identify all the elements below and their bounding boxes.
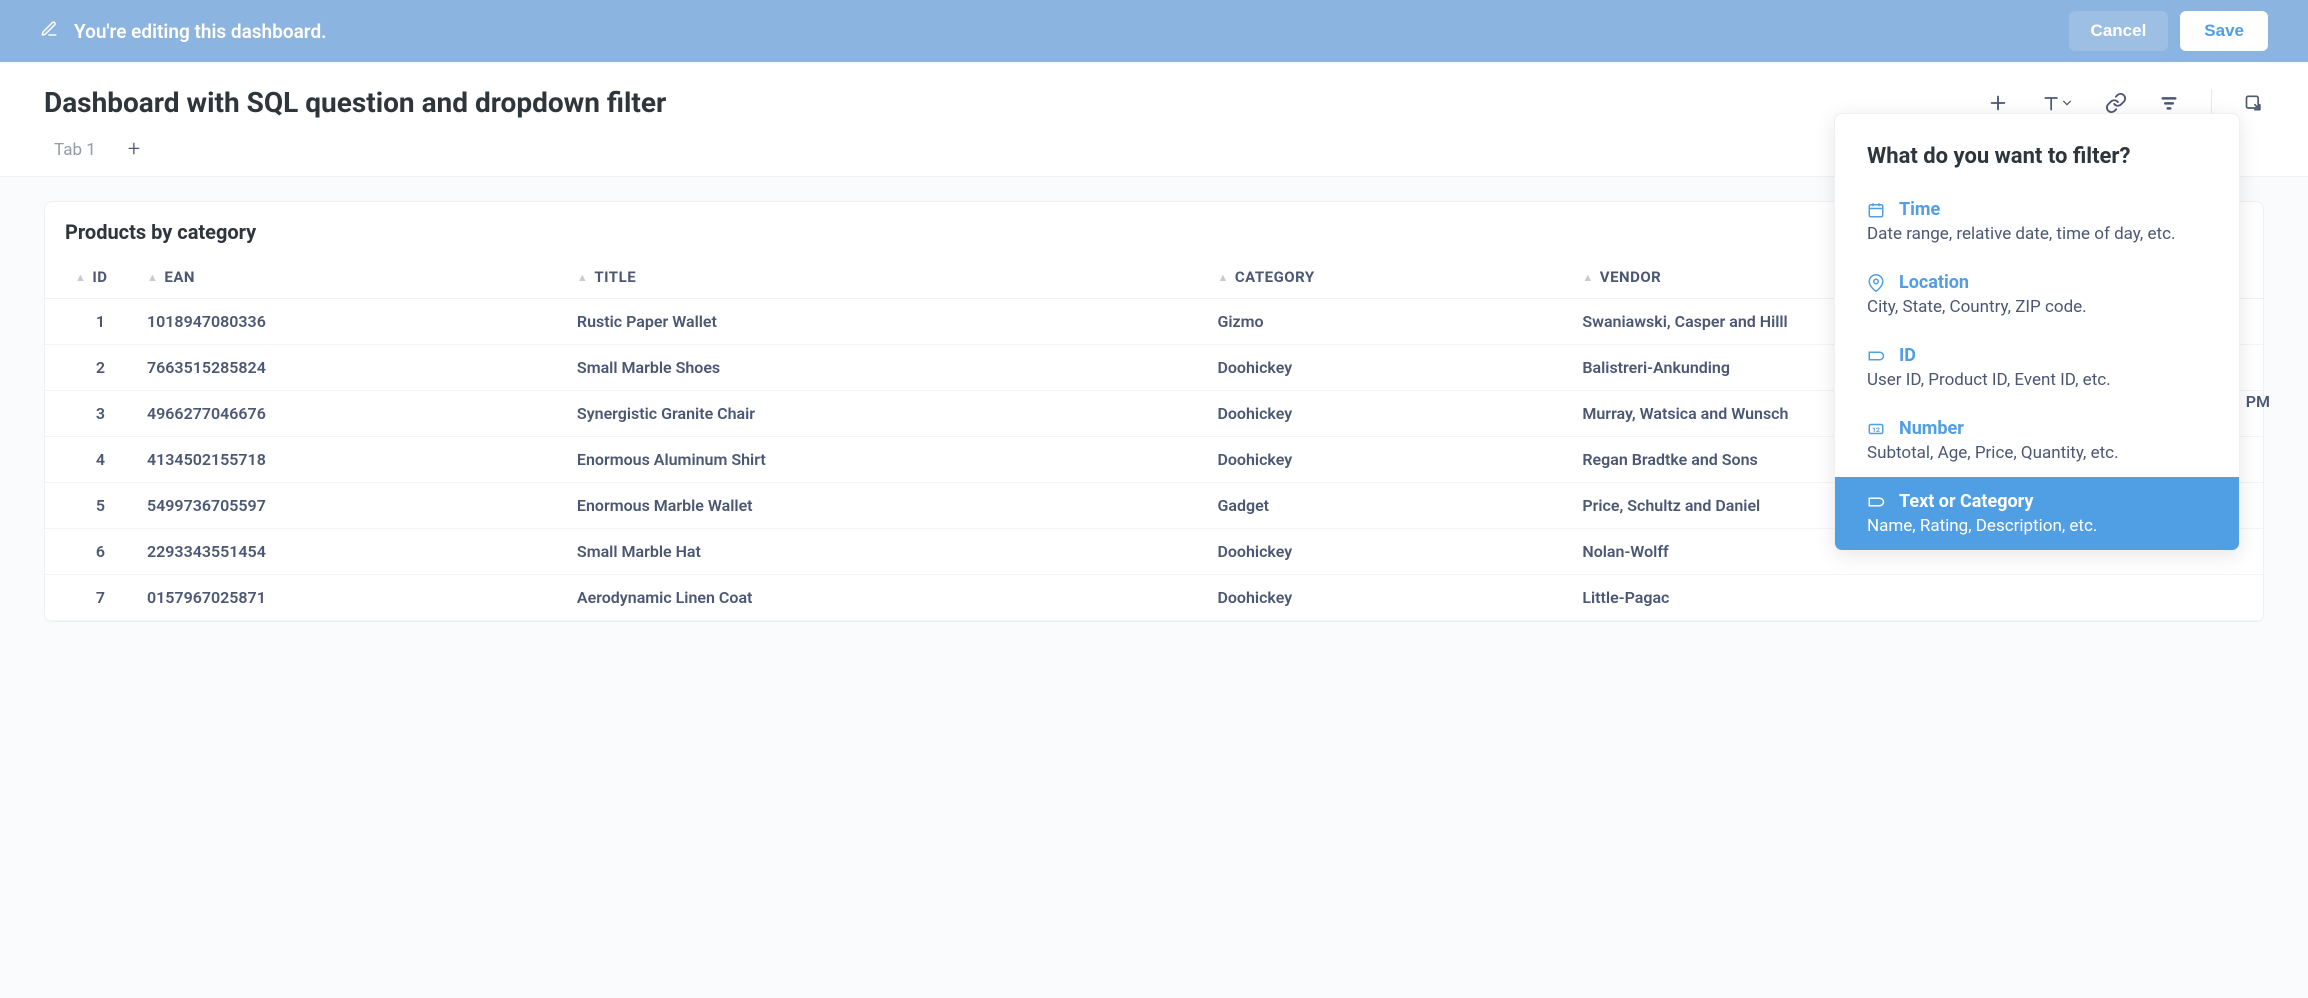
table-row[interactable]: 70157967025871Aerodynamic Linen CoatDooh… — [45, 575, 2263, 621]
filter-option-header: Time — [1867, 199, 2207, 220]
filter-option-label: Location — [1899, 272, 1969, 293]
pencil-icon — [40, 20, 58, 43]
banner-message: You're editing this dashboard. — [74, 20, 327, 43]
cell-id: 6 — [45, 529, 135, 575]
cell-category: Doohickey — [1205, 529, 1570, 575]
cell-ean: 5499736705597 — [135, 483, 565, 529]
cell-title: Synergistic Granite Chair — [565, 391, 1206, 437]
column-header-category[interactable]: ▲CATEGORY — [1205, 258, 1570, 299]
cancel-button[interactable]: Cancel — [2069, 11, 2169, 51]
filter-option-header: ID — [1867, 345, 2207, 366]
cell-title: Small Marble Shoes — [565, 345, 1206, 391]
cell-ean: 0157967025871 — [135, 575, 565, 621]
filter-option-header: Text or Category — [1867, 491, 2207, 512]
add-text-button[interactable] — [2041, 93, 2073, 113]
dashboard-grid: Products by category ▲ID ▲EAN ▲TITLE ▲CA… — [0, 177, 2308, 646]
overflow-text: PM — [2246, 392, 2270, 411]
cell-id: 3 — [45, 391, 135, 437]
filter-option-label: Time — [1899, 199, 1940, 220]
cell-vendor: Little-Pagac — [1570, 575, 2263, 621]
save-button[interactable]: Save — [2180, 11, 2268, 51]
filter-option-label: Text or Category — [1899, 491, 2034, 512]
cell-title: Enormous Aluminum Shirt — [565, 437, 1206, 483]
filter-option-header: Location — [1867, 272, 2207, 293]
cell-category: Doohickey — [1205, 391, 1570, 437]
number-icon: 12 — [1867, 420, 1885, 438]
edit-banner: You're editing this dashboard. Cancel Sa… — [0, 0, 2308, 62]
cell-category: Doohickey — [1205, 437, 1570, 483]
add-card-button[interactable] — [1987, 92, 2009, 114]
filter-option-location[interactable]: Location City, State, Country, ZIP code. — [1835, 258, 2239, 331]
cell-category: Doohickey — [1205, 575, 1570, 621]
filter-option-desc: City, State, Country, ZIP code. — [1867, 297, 2207, 317]
cell-id: 7 — [45, 575, 135, 621]
dashboard-title[interactable]: Dashboard with SQL question and dropdown… — [44, 86, 666, 119]
filter-option-id[interactable]: ID User ID, Product ID, Event ID, etc. — [1835, 331, 2239, 404]
banner-actions: Cancel Save — [2069, 11, 2268, 51]
filter-type-popover: What do you want to filter? Time Date ran… — [1834, 113, 2240, 551]
location-icon — [1867, 274, 1885, 292]
filter-option-desc: User ID, Product ID, Event ID, etc. — [1867, 370, 2207, 390]
popover-title: What do you want to filter? — [1835, 144, 2239, 185]
add-filter-button[interactable] — [2159, 93, 2179, 113]
cell-category: Gadget — [1205, 483, 1570, 529]
filter-option-label: ID — [1899, 345, 1916, 366]
cell-category: Gizmo — [1205, 299, 1570, 345]
filter-option-desc: Name, Rating, Description, etc. — [1867, 516, 2207, 536]
svg-text:12: 12 — [1872, 426, 1880, 434]
click-behavior-button[interactable] — [2244, 93, 2264, 113]
column-header-title[interactable]: ▲TITLE — [565, 258, 1206, 299]
filter-option-number[interactable]: 12 Number Subtotal, Age, Price, Quantity, … — [1835, 404, 2239, 477]
id-icon — [1867, 347, 1885, 365]
cell-ean: 1018947080336 — [135, 299, 565, 345]
text-icon — [1867, 493, 1885, 511]
filter-option-header: 12 Number — [1867, 418, 2207, 439]
cell-title: Aerodynamic Linen Coat — [565, 575, 1206, 621]
cell-ean: 7663515285824 — [135, 345, 565, 391]
filter-option-text-or-category[interactable]: Text or Category Name, Rating, Descriptio… — [1835, 477, 2239, 550]
cell-title: Rustic Paper Wallet — [565, 299, 1206, 345]
banner-message-wrap: You're editing this dashboard. — [40, 20, 327, 43]
filter-option-time[interactable]: Time Date range, relative date, time of d… — [1835, 185, 2239, 258]
add-tab-button[interactable]: + — [128, 137, 140, 162]
cell-title: Small Marble Hat — [565, 529, 1206, 575]
column-header-id[interactable]: ▲ID — [45, 258, 135, 299]
filter-option-desc: Subtotal, Age, Price, Quantity, etc. — [1867, 443, 2207, 463]
cell-id: 4 — [45, 437, 135, 483]
cell-id: 5 — [45, 483, 135, 529]
add-link-button[interactable] — [2105, 92, 2127, 114]
filter-option-desc: Date range, relative date, time of day, … — [1867, 224, 2207, 244]
cell-ean: 2293343551454 — [135, 529, 565, 575]
cell-ean: 4134502155718 — [135, 437, 565, 483]
filter-option-label: Number — [1899, 418, 1964, 439]
cell-id: 1 — [45, 299, 135, 345]
tab-1[interactable]: Tab 1 — [54, 140, 96, 160]
cell-title: Enormous Marble Wallet — [565, 483, 1206, 529]
cell-category: Doohickey — [1205, 345, 1570, 391]
cell-ean: 4966277046676 — [135, 391, 565, 437]
calendar-icon — [1867, 201, 1885, 219]
column-header-ean[interactable]: ▲EAN — [135, 258, 565, 299]
cell-id: 2 — [45, 345, 135, 391]
